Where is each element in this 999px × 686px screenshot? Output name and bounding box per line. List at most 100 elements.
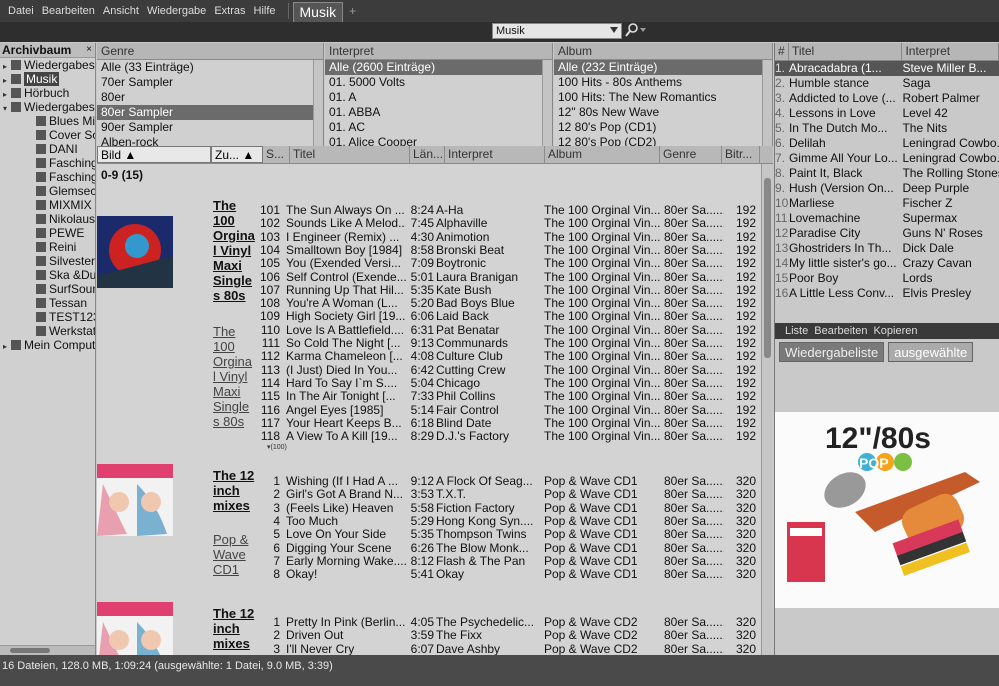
album-item[interactable]: 12" 80s New Wave bbox=[554, 105, 772, 120]
tree-scrollbar[interactable] bbox=[0, 645, 95, 655]
playlist-row[interactable]: 16.A Little Less Conv... Elvis Presley bbox=[775, 286, 999, 301]
playlist-row[interactable]: 2. Humble stance Saga bbox=[775, 76, 999, 91]
genre-item[interactable]: 90er Sampler bbox=[97, 120, 323, 135]
tree-item-pewe[interactable]: PEWE bbox=[0, 226, 95, 240]
tab-wiedergabeliste[interactable]: Wiedergabeliste bbox=[779, 342, 885, 362]
tree-item-werkstatt[interactable]: Werkstatt bbox=[0, 324, 95, 338]
column-bild[interactable]: Bild ▲ bbox=[97, 146, 211, 163]
tree-item-surfsounds[interactable]: SurfSounds bbox=[0, 282, 95, 296]
tree-item-wiedergabeslisten[interactable]: ▾Wiedergabeslisten bbox=[0, 100, 95, 114]
album-title[interactable]: The 100 Orginal Vinyl Maxi Singles 80s bbox=[213, 198, 258, 303]
tab-musik[interactable]: Musik bbox=[292, 2, 344, 22]
tree-item-blues-mix[interactable]: Blues Mix bbox=[0, 114, 95, 128]
close-icon[interactable]: × bbox=[86, 43, 92, 57]
album-subtitle[interactable]: Pop & Wave CD1 bbox=[213, 532, 253, 577]
album-item[interactable]: 100 Hits - 80s Anthems bbox=[554, 75, 772, 90]
playlist-toolbar-bearbeiten[interactable]: Bearbeiten bbox=[814, 325, 867, 337]
tree-item-h-rbuch[interactable]: ▸ Hörbuch bbox=[0, 86, 95, 100]
interpret-scrollbar[interactable] bbox=[542, 60, 552, 146]
table-row[interactable]: 5 Love On Your Side 5:35 Thompson Twins Pop … bbox=[257, 528, 756, 541]
table-row[interactable]: 2 Girl's Got A Brand N... 3:53 T.X.T. Pop & … bbox=[257, 488, 756, 501]
table-row[interactable]: 114 Hard To Say I`m S.... 5:04 Chicago The 1… bbox=[257, 377, 756, 390]
table-row[interactable]: 3 I'll Never Cry 6:07 Dave Ashby Pop & Wave … bbox=[257, 643, 756, 655]
interpret-item[interactable]: 01. AC bbox=[325, 120, 552, 135]
playlist-row[interactable]: 7. Gimme All Your Lo... Leningrad Cowbo... bbox=[775, 151, 999, 166]
playlist-row[interactable]: 8. Paint It, Black The Rolling Stones bbox=[775, 166, 999, 181]
tree-item-mein-computer[interactable]: ▸ Mein Computer bbox=[0, 338, 95, 352]
playlist-row[interactable]: 9. Hush (Version On... Deep Purple bbox=[775, 181, 999, 196]
tree-item-cover-songs[interactable]: Cover Songs bbox=[0, 128, 95, 142]
column-album[interactable]: Album bbox=[545, 146, 660, 163]
genre-item[interactable]: 80er Sampler bbox=[97, 105, 323, 120]
table-row[interactable]: 108 You're A Woman (L... 5:20 Bad Boys Blue… bbox=[257, 297, 756, 310]
table-row[interactable]: 110 Love Is A Battlefield.... 6:31 Pat Bena… bbox=[257, 324, 756, 337]
table-row[interactable]: 118 A View To A Kill [19... 8:29 D.J.'s Fac… bbox=[257, 430, 756, 443]
genre-scrollbar[interactable] bbox=[313, 60, 323, 146]
table-row[interactable]: 3 (Feels Like) Heaven 5:58 Fiction Factory P… bbox=[257, 502, 756, 515]
album-scrollbar[interactable] bbox=[762, 60, 772, 146]
interpret-header[interactable]: Interpret bbox=[325, 43, 552, 60]
tree-item-dani[interactable]: DANI bbox=[0, 142, 95, 156]
scrollbar-thumb[interactable] bbox=[764, 178, 771, 358]
tree-item-silvester-1[interactable]: Silvester 1 bbox=[0, 254, 95, 268]
table-row[interactable]: 101 The Sun Always On ... 8:24 A-Ha The 100 … bbox=[257, 204, 756, 217]
table-row[interactable]: 102 Sounds Like A Melod... 7:45 Alphaville T… bbox=[257, 217, 756, 230]
tree-item-glemseck[interactable]: Glemseck bbox=[0, 184, 95, 198]
genre-item[interactable]: Alben-rock bbox=[97, 135, 323, 146]
tree-item-wiedergabeslisten[interactable]: ▸Wiedergabeslisten bbox=[0, 58, 95, 72]
album-cover[interactable] bbox=[97, 216, 173, 288]
tree-item-fasching[interactable]: Fasching bbox=[0, 156, 95, 170]
tree-item-mixmix[interactable]: MIXMIX bbox=[0, 198, 95, 212]
tree-item-fasching-spezial[interactable]: Fasching Spezial bbox=[0, 170, 95, 184]
album-item[interactable]: 12 80's Pop (CD1) bbox=[554, 120, 772, 135]
column-laenge[interactable]: Län... bbox=[410, 146, 445, 163]
column-interpret[interactable]: Interpret bbox=[445, 146, 545, 163]
playlist-row[interactable]: 10.Marliese Fischer Z bbox=[775, 196, 999, 211]
interpret-item[interactable]: 01. ABBA bbox=[325, 105, 552, 120]
genre-item[interactable]: Alle (33 Einträge) bbox=[97, 60, 323, 75]
playlist-toolbar-kopieren[interactable]: Kopieren bbox=[873, 325, 917, 337]
column-titel[interactable]: Titel bbox=[789, 43, 903, 60]
table-row[interactable]: 111 So Cold The Night [... 9:13 Communards T… bbox=[257, 337, 756, 350]
column-bitrate[interactable]: Bitr... bbox=[722, 146, 760, 163]
table-row[interactable]: 105 You (Exended Versi... 7:09 Boytronic The… bbox=[257, 257, 756, 270]
menu-item-datei[interactable]: Datei bbox=[4, 5, 38, 17]
column-num[interactable]: # bbox=[775, 43, 789, 60]
playlist-row[interactable]: 3. Addicted to Love (... Robert Palmer bbox=[775, 91, 999, 106]
playlist-row[interactable]: 14.My little sister's go... Crazy Cavan bbox=[775, 256, 999, 271]
column-genre[interactable]: Genre bbox=[660, 146, 722, 163]
table-row[interactable]: 112 Karma Chameleon [... 4:08 Culture Club T… bbox=[257, 350, 756, 363]
column-interpret[interactable]: Interpret bbox=[902, 43, 999, 60]
playlist-row[interactable]: 11.Lovemachine Supermax bbox=[775, 211, 999, 226]
more-tracks-indicator[interactable]: ▾(100) bbox=[267, 443, 287, 451]
interpret-item[interactable]: 01. Alice Cooper bbox=[325, 135, 552, 146]
menu-item-wiedergabe[interactable]: Wiedergabe bbox=[143, 5, 210, 17]
tree-item-reini[interactable]: Reini bbox=[0, 240, 95, 254]
genre-header[interactable]: Genre bbox=[97, 43, 323, 60]
column-titel[interactable]: Titel bbox=[290, 146, 410, 163]
table-row[interactable]: 113 (I Just) Died In You... 6:42 Cutting Cr… bbox=[257, 364, 756, 377]
interpret-item[interactable]: 01. A bbox=[325, 90, 552, 105]
interpret-item[interactable]: Alle (2600 Einträge) bbox=[325, 60, 552, 75]
table-row[interactable]: 1 Wishing (If I Had A ... 9:12 A Flock Of S… bbox=[257, 475, 756, 488]
tree-item-tessan[interactable]: Tessan bbox=[0, 296, 95, 310]
tree-item-test123[interactable]: TEST123 bbox=[0, 310, 95, 324]
table-row[interactable]: 103 I Engineer (Remix) ... 4:30 Animotion Th… bbox=[257, 231, 756, 244]
column-s[interactable]: S... bbox=[263, 146, 290, 163]
table-row[interactable]: 115 In The Air Tonight [... 7:33 Phil Colli… bbox=[257, 390, 756, 403]
interpret-item[interactable]: 01. 5000 Volts bbox=[325, 75, 552, 90]
table-row[interactable]: 4 Too Much 5:29 Hong Kong Syn.... Pop & Wave… bbox=[257, 515, 756, 528]
genre-item[interactable]: 70er Sampler bbox=[97, 75, 323, 90]
menu-item-bearbeiten[interactable]: Bearbeiten bbox=[38, 5, 99, 17]
genre-item[interactable]: 80er bbox=[97, 90, 323, 105]
track-scrollbar[interactable] bbox=[761, 164, 773, 655]
source-select[interactable]: Musik bbox=[492, 23, 622, 39]
tree-item-nikolausi[interactable]: Nikolausi bbox=[0, 212, 95, 226]
tree-item-ska-dub[interactable]: Ska &Dub bbox=[0, 268, 95, 282]
tree-item-musik[interactable]: ▸ Musik bbox=[0, 72, 95, 86]
table-row[interactable]: 109 High Society Girl [19... 6:06 Laid Back… bbox=[257, 310, 756, 323]
table-row[interactable]: 1 Pretty In Pink (Berlin... 4:05 The Psyche… bbox=[257, 616, 756, 629]
menu-item-extras[interactable]: Extras bbox=[210, 5, 249, 17]
menu-item-hilfe[interactable]: Hilfe bbox=[250, 5, 280, 17]
table-row[interactable]: 2 Driven Out 3:59 The Fixx Pop & Wave CD2 80e… bbox=[257, 629, 756, 642]
